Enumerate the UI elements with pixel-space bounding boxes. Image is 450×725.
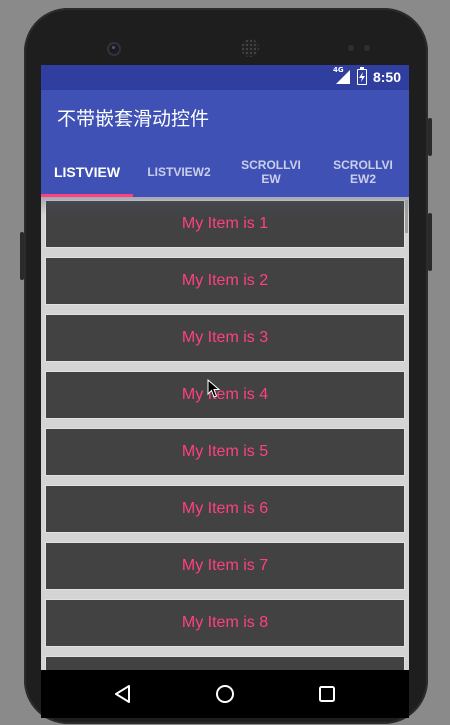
scrollbar[interactable]: [405, 200, 408, 233]
status-bar: 4G 8:50: [41, 65, 409, 90]
speaker-grille: [241, 39, 259, 57]
recents-icon[interactable]: [315, 682, 339, 706]
list-item[interactable]: My Item is 4: [46, 372, 404, 418]
battery-icon: [356, 67, 367, 85]
device-screen: 4G 8:50 不带嵌套滑动控件 LISTVIEW LISTVIEW2 SCRO…: [41, 65, 409, 670]
app-title: 不带嵌套滑动控件: [57, 108, 210, 130]
item-list[interactable]: My Item is 1 My Item is 2 My Item is 3 M…: [41, 197, 409, 670]
tab-bar: LISTVIEW LISTVIEW2 SCROLLVIEW SCROLLVIEW…: [41, 146, 409, 197]
tab-listview2[interactable]: LISTVIEW2: [133, 146, 225, 197]
sensor-dot: [348, 45, 354, 51]
tab-label: SCROLLVIEW: [241, 157, 301, 186]
list-item[interactable]: My Item is 6: [46, 486, 404, 532]
mouse-cursor-icon: [207, 379, 221, 398]
network-type: 4G: [332, 66, 344, 74]
list-item[interactable]: My Item is 1: [46, 201, 404, 247]
back-icon[interactable]: [111, 682, 135, 706]
status-time: 8:50: [372, 69, 401, 85]
navigation-bar: [41, 670, 409, 718]
list-item[interactable]: [46, 657, 404, 670]
side-button: [428, 118, 432, 156]
app-bar: 不带嵌套滑动控件: [41, 90, 409, 146]
camera-icon: [109, 44, 119, 54]
signal-icon: 4G: [332, 66, 351, 85]
tab-scrollview[interactable]: SCROLLVIEW: [225, 146, 317, 197]
sensor-dot: [364, 45, 370, 51]
list-item[interactable]: My Item is 5: [46, 429, 404, 475]
home-icon[interactable]: [213, 682, 237, 706]
tab-scrollview2[interactable]: SCROLLVIEW2: [317, 146, 409, 197]
volume-button: [428, 213, 432, 271]
tab-label: SCROLLVIEW2: [333, 157, 393, 186]
list-item[interactable]: My Item is 3: [46, 315, 404, 361]
side-button: [20, 232, 24, 280]
tab-listview[interactable]: LISTVIEW: [41, 146, 133, 197]
list-item[interactable]: My Item is 7: [46, 543, 404, 589]
list-item[interactable]: My Item is 8: [46, 600, 404, 646]
list-item[interactable]: My Item is 2: [46, 258, 404, 304]
